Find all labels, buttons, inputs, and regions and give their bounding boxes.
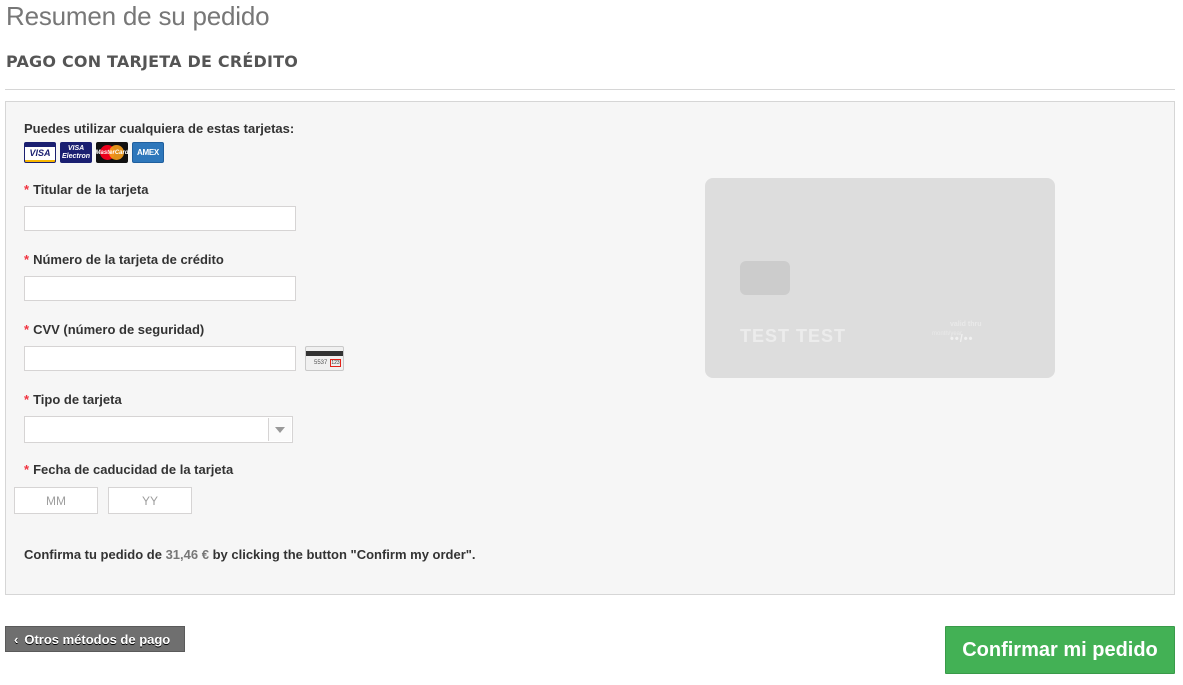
chevron-left-icon: ‹ [14,631,19,647]
card-number-input[interactable] [24,276,296,301]
visa-logo-icon: VISA [24,142,56,163]
expiry-label: * Fecha de caducidad de la tarjeta [24,462,234,477]
required-mark: * [24,182,30,197]
chevron-down-icon[interactable] [268,418,291,441]
amex-logo-icon: AMEX [132,142,164,163]
mastercard-logo-icon: MasterCard [96,142,128,163]
required-mark: * [24,252,30,267]
confirm-order-text: Confirma tu pedido de 31,46 € by clickin… [24,547,476,562]
order-amount: 31,46 € [165,547,209,562]
credit-card-preview: TEST TEST valid thru month/year ••/•• [705,178,1055,378]
visa-electron-logo-icon: VISA Electron [60,142,92,163]
divider [5,89,1175,90]
confirm-order-button[interactable]: Confirmar mi pedido [945,626,1175,674]
other-payment-methods-button[interactable]: ‹ Otros métodos de pago [5,626,185,652]
card-number-label: * Número de la tarjeta de crédito [24,252,224,267]
cvv-input[interactable] [24,346,296,371]
holder-label: * Titular de la tarjeta [24,182,149,197]
expiry-month-input[interactable] [14,487,98,514]
page-title: Resumen de su pedido [6,1,270,31]
expiry-year-input[interactable] [108,487,192,514]
section-title: PAGO CON TARJETA DE CRÉDITO [6,52,299,71]
card-preview-name: TEST TEST [740,326,847,346]
required-mark: * [24,322,30,337]
accepted-cards-label: Puedes utilizar cualquiera de estas tarj… [24,121,295,136]
back-button-label: Otros métodos de pago [24,631,171,647]
card-chip-icon [740,261,790,295]
card-holder-input[interactable] [24,206,296,231]
required-mark: * [24,392,30,407]
card-type-label: * Tipo de tarjeta [24,392,122,407]
payment-form-panel: Puedes utilizar cualquiera de estas tarj… [5,101,1175,595]
cvv-help-icon: 5537 123 [305,346,344,371]
card-logos: VISA VISA Electron MasterCard AMEX [24,142,164,163]
card-type-select[interactable] [24,416,293,443]
required-mark: * [24,462,30,477]
cvv-label: * CVV (número de seguridad) [24,322,205,337]
card-preview-expiry: ••/•• [950,333,974,345]
card-preview-valid-label: valid thru [950,321,982,328]
